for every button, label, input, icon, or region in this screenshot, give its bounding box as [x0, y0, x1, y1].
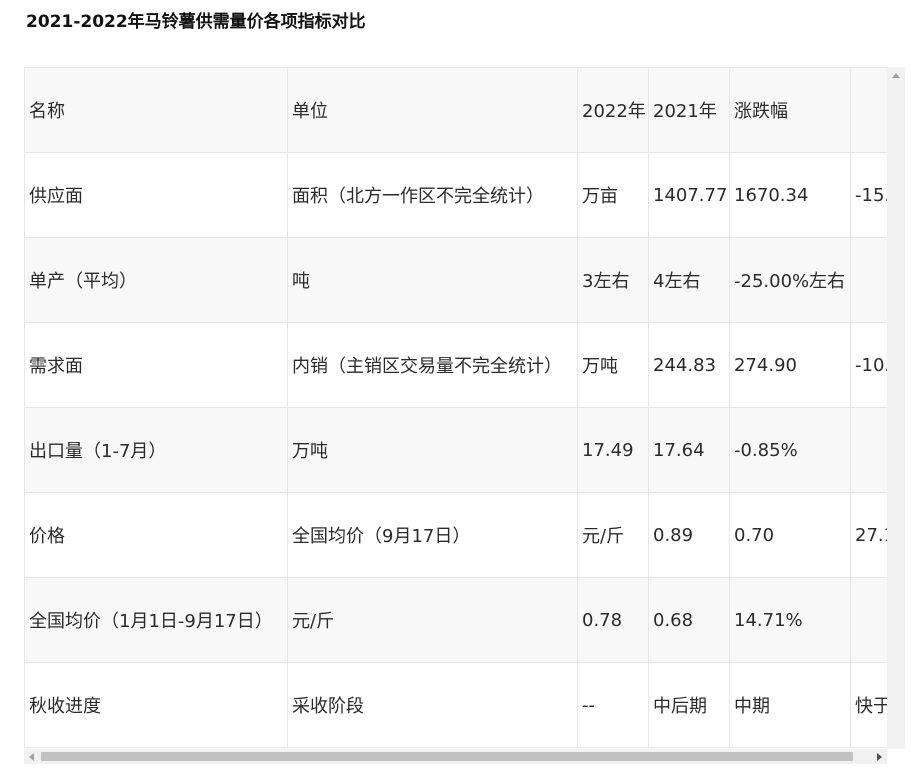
- scrollbar-thumb[interactable]: [41, 752, 853, 761]
- table-header-cell: 涨跌幅: [729, 67, 851, 153]
- table-header-row: 名称 单位 2022年 2021年 涨跌幅: [24, 67, 887, 153]
- table-cell: 14.71%: [729, 577, 851, 663]
- arrow-right-icon[interactable]: [877, 753, 882, 761]
- table-cell: 万亩: [577, 152, 649, 238]
- table-header-cell: [850, 67, 887, 153]
- table-cell: [850, 577, 887, 663]
- table-cell: 0.89: [648, 492, 730, 578]
- table-cell: 0.68: [648, 577, 730, 663]
- table-cell: 3左右: [577, 237, 649, 323]
- table-cell: 内销（主销区交易量不完全统计）: [287, 322, 578, 408]
- table-cell: 1670.34: [729, 152, 851, 238]
- table-container[interactable]: 名称 单位 2022年 2021年 涨跌幅 供应面 面积（北方一作区不完全统计） 万亩 1407…: [24, 67, 887, 749]
- table-cell: 27.1: [850, 492, 887, 578]
- table-cell: 单产（平均）: [24, 237, 288, 323]
- table-cell: 274.90: [729, 322, 851, 408]
- page-title: 2021-2022年马铃薯供需量价各项指标对比: [26, 12, 366, 32]
- table-cell: -10.: [850, 322, 887, 408]
- table-row: 单产（平均）吨 3左右 4左右 -25.00%左右: [24, 237, 887, 323]
- table-row: 秋收进度采收阶段--中后期中期快于: [24, 662, 887, 748]
- table-cell: 采收阶段: [287, 662, 578, 748]
- table-cell: 0.70: [729, 492, 851, 578]
- vertical-scrollbar[interactable]: [887, 67, 905, 749]
- table-cell: 秋收进度: [24, 662, 288, 748]
- table-cell: 元/斤: [287, 577, 578, 663]
- table-cell: 价格: [24, 492, 288, 578]
- table-cell: 吨: [287, 237, 578, 323]
- table-cell: 万吨: [287, 407, 578, 493]
- table-cell: 1407.77: [648, 152, 730, 238]
- table-cell: 4左右: [648, 237, 730, 323]
- table-cell: 17.49: [577, 407, 649, 493]
- table-cell: 快于: [850, 662, 887, 748]
- table-cell: 供应面: [24, 152, 288, 238]
- table-row: 需求面 内销（主销区交易量不完全统计） 万吨 244.83 274.90 -10.: [24, 322, 887, 408]
- table-cell: [850, 407, 887, 493]
- table-body: 名称 单位 2022年 2021年 涨跌幅 供应面 面积（北方一作区不完全统计） 万亩 1407…: [24, 67, 887, 748]
- table-cell: --: [577, 662, 649, 748]
- table-row: 供应面 面积（北方一作区不完全统计） 万亩 1407.77 1670.34 -15.: [24, 152, 887, 238]
- arrow-up-icon[interactable]: [892, 73, 900, 78]
- table-cell: 需求面: [24, 322, 288, 408]
- arrow-left-icon[interactable]: [29, 753, 34, 761]
- table-header-cell: 2022年: [577, 67, 649, 153]
- table-row: 价格全国均价（9月17日）元/斤0.890.7027.1: [24, 492, 887, 578]
- table-cell: 中期: [729, 662, 851, 748]
- table-cell: 244.83: [648, 322, 730, 408]
- table-row: 出口量（1-7月） 万吨 17.49 17.64 -0.85%: [24, 407, 887, 493]
- table-cell: 中后期: [648, 662, 730, 748]
- table-cell: 出口量（1-7月）: [24, 407, 288, 493]
- table-cell: -0.85%: [729, 407, 851, 493]
- table-cell: 全国均价（1月1日-9月17日）: [24, 577, 288, 663]
- table-header-cell: 名称: [24, 67, 288, 153]
- table-header-cell: 2021年: [648, 67, 730, 153]
- comparison-table: 名称 单位 2022年 2021年 涨跌幅 供应面 面积（北方一作区不完全统计） 万亩 1407…: [24, 67, 887, 748]
- table-cell: 万吨: [577, 322, 649, 408]
- table-cell: -25.00%左右: [729, 237, 851, 323]
- table-cell: 全国均价（9月17日）: [287, 492, 578, 578]
- table-cell: 元/斤: [577, 492, 649, 578]
- table-cell: 面积（北方一作区不完全统计）: [287, 152, 578, 238]
- table-cell: 17.64: [648, 407, 730, 493]
- horizontal-scrollbar[interactable]: [24, 749, 887, 764]
- table-row: 全国均价（1月1日-9月17日） 元/斤 0.78 0.68 14.71%: [24, 577, 887, 663]
- table-header-cell: 单位: [287, 67, 578, 153]
- table-cell: 0.78: [577, 577, 649, 663]
- table-cell: [850, 237, 887, 323]
- table-cell: -15.: [850, 152, 887, 238]
